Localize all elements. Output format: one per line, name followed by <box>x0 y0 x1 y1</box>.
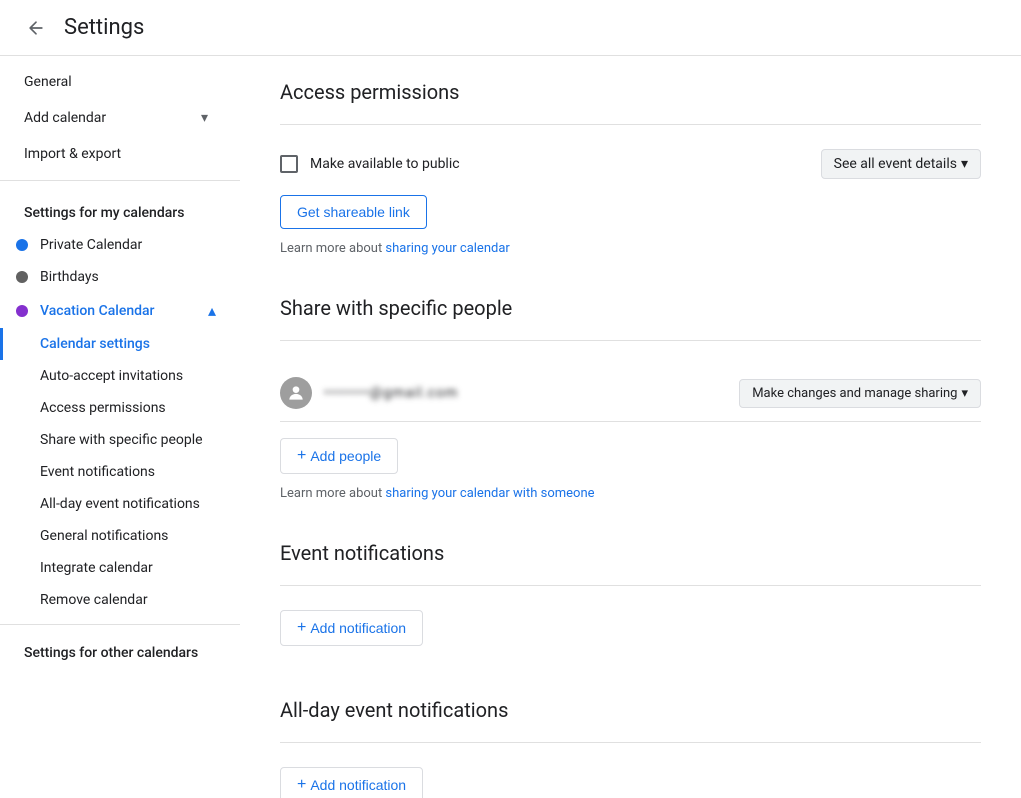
add-all-day-notification-button[interactable]: + Add notification <box>280 767 423 798</box>
sub-item-remove-calendar[interactable]: Remove calendar <box>0 584 232 616</box>
sub-item-integrate-calendar[interactable]: Integrate calendar <box>0 552 232 584</box>
access-permissions-section: Access permissions Make available to pub… <box>280 80 981 256</box>
sub-item-calendar-settings[interactable]: Calendar settings <box>0 328 232 360</box>
add-event-notification-button[interactable]: + Add notification <box>280 610 423 646</box>
sub-item-event-notifications[interactable]: Event notifications <box>0 456 232 488</box>
avatar <box>280 377 312 409</box>
other-calendars-header: Settings for other calendars <box>0 633 240 673</box>
dropdown-chevron-icon: ▾ <box>961 156 968 172</box>
back-button[interactable] <box>16 8 56 48</box>
permission-dropdown[interactable]: Make changes and manage sharing ▾ <box>739 379 981 408</box>
event-notifications-section: Event notifications + Add notification <box>280 541 981 658</box>
add-calendar-chevron-icon: ▾ <box>201 110 208 126</box>
page-title: Settings <box>64 15 144 40</box>
make-public-row: Make available to public See all event d… <box>280 149 981 179</box>
sharing-learn-more: Learn more about sharing your calendar <box>280 241 981 256</box>
main-layout: General Add calendar ▾ Import & export S… <box>0 56 1021 798</box>
sidebar-item-general[interactable]: General <box>0 64 232 100</box>
share-specific-people-title: Share with specific people <box>280 296 981 320</box>
sidebar-item-add-calendar[interactable]: Add calendar ▾ <box>0 100 232 136</box>
sub-item-auto-accept[interactable]: Auto-accept invitations <box>0 360 232 392</box>
private-calendar-dot <box>16 239 28 251</box>
add-people-icon: + <box>297 447 306 465</box>
sidebar: General Add calendar ▾ Import & export S… <box>0 56 240 798</box>
sidebar-item-import-export[interactable]: Import & export <box>0 136 232 172</box>
share-someone-learn-more: Learn more about sharing your calendar w… <box>280 486 981 501</box>
birthdays-dot <box>16 271 28 283</box>
vacation-sub-menu: Calendar settings Auto-accept invitation… <box>0 328 240 616</box>
my-calendars-header: Settings for my calendars <box>0 189 240 229</box>
access-permissions-title: Access permissions <box>280 80 981 104</box>
vacation-calendar-chevron-icon: ▴ <box>208 301 216 320</box>
all-day-notifications-title: All-day event notifications <box>280 698 981 722</box>
sub-item-share-specific-people[interactable]: Share with specific people <box>0 424 232 456</box>
sharing-with-someone-link[interactable]: sharing your calendar with someone <box>385 486 594 501</box>
add-people-button[interactable]: + Add people <box>280 438 398 474</box>
sub-item-all-day-notifications[interactable]: All-day event notifications <box>0 488 232 520</box>
content-area: Access permissions Make available to pub… <box>240 56 1021 798</box>
make-public-checkbox[interactable] <box>280 155 298 173</box>
shared-person-row: ••••••••@gmail.com Make changes and mana… <box>280 365 981 422</box>
add-all-day-icon: + <box>297 776 306 794</box>
top-bar: Settings <box>0 0 1021 56</box>
sub-item-general-notifications[interactable]: General notifications <box>0 520 232 552</box>
share-specific-people-section: Share with specific people ••••••••@gmai… <box>280 296 981 501</box>
make-public-label: Make available to public <box>310 156 460 172</box>
get-shareable-link-button[interactable]: Get shareable link <box>280 195 427 229</box>
sidebar-item-vacation-calendar[interactable]: Vacation Calendar ▴ <box>0 293 232 328</box>
perm-dropdown-chevron-icon: ▾ <box>961 386 968 401</box>
sidebar-item-birthdays[interactable]: Birthdays <box>0 261 232 293</box>
sidebar-item-private-calendar[interactable]: Private Calendar <box>0 229 232 261</box>
add-notification-icon: + <box>297 619 306 637</box>
see-all-event-details-dropdown[interactable]: See all event details ▾ <box>821 149 981 179</box>
all-day-notifications-section: All-day event notifications + Add notifi… <box>280 698 981 798</box>
sub-item-access-permissions[interactable]: Access permissions <box>0 392 232 424</box>
sharing-calendar-link[interactable]: sharing your calendar <box>385 241 509 256</box>
vacation-calendar-dot <box>16 305 28 317</box>
event-notifications-title: Event notifications <box>280 541 981 565</box>
shared-email: ••••••••@gmail.com <box>324 385 727 401</box>
